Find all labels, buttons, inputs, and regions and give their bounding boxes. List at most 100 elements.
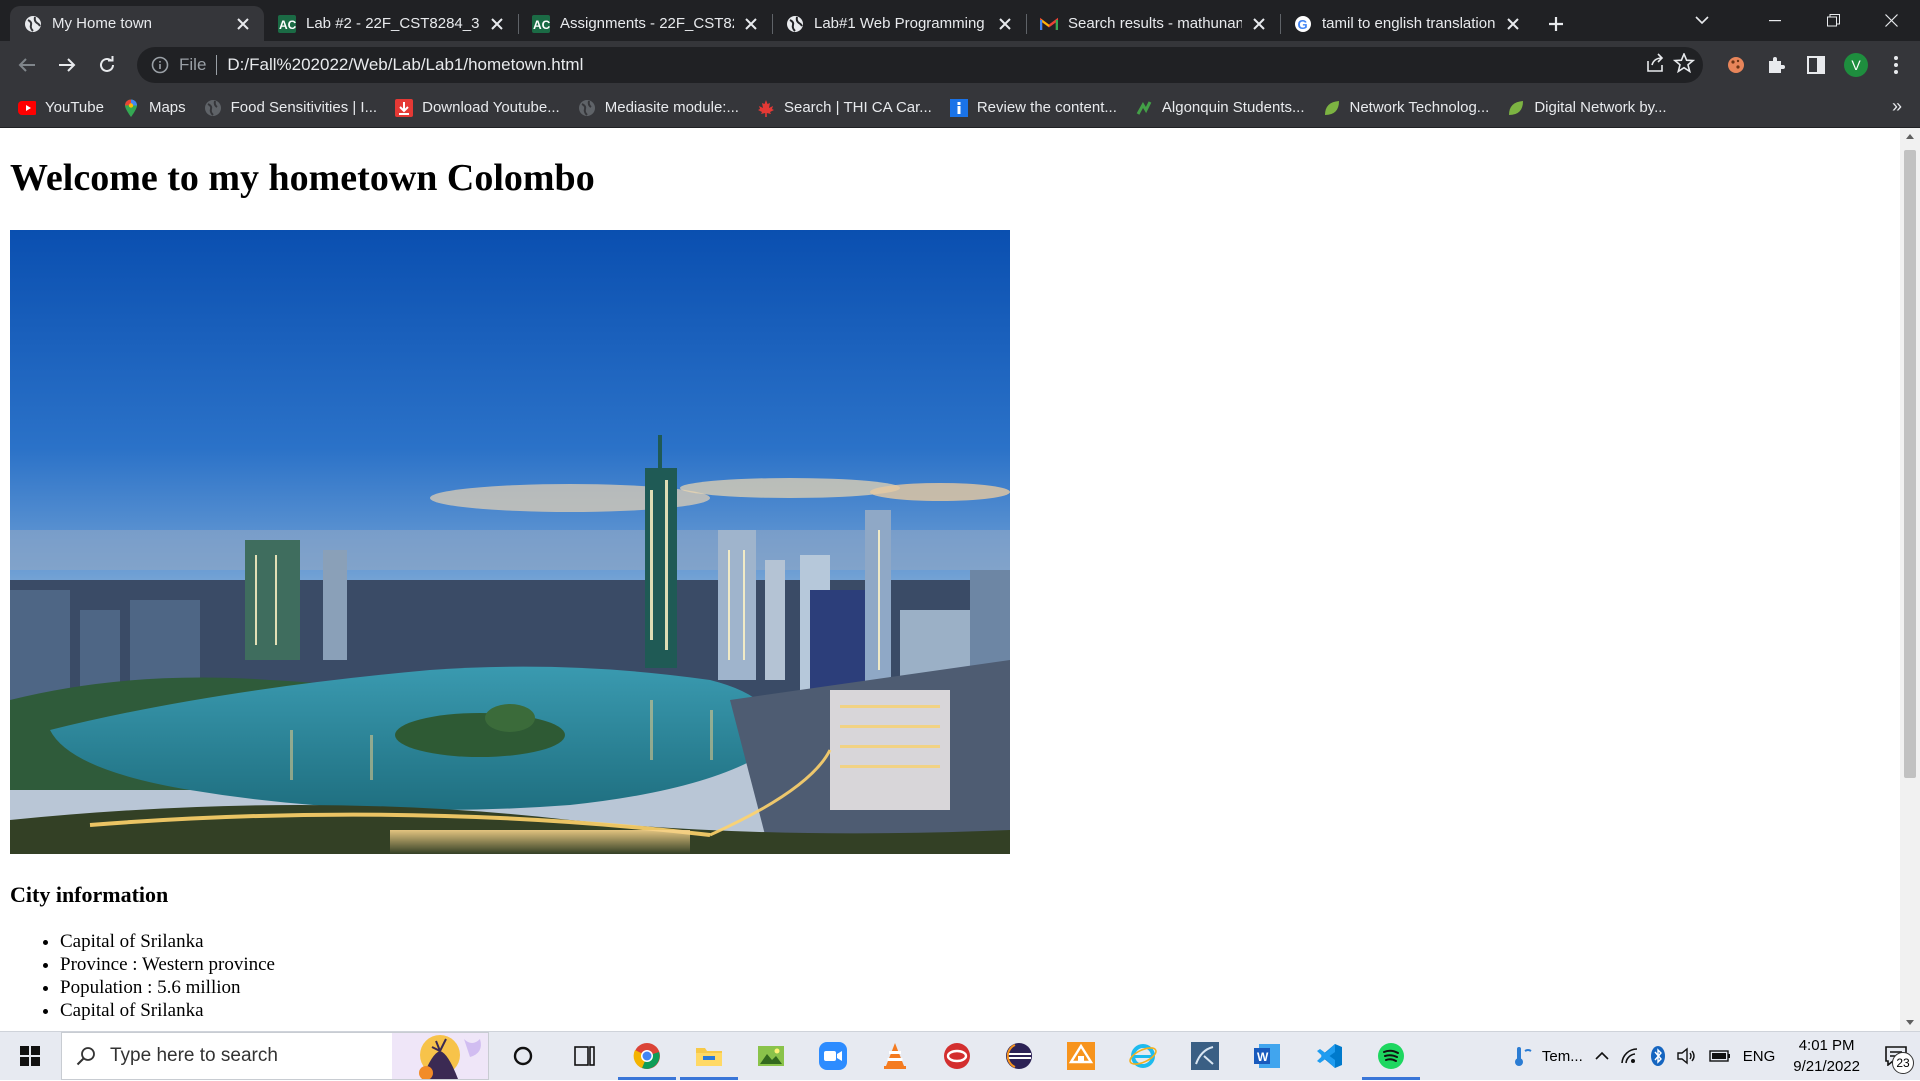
extensions-puzzle-icon[interactable] [1756, 45, 1796, 85]
bookmark-digital-network[interactable]: Digital Network by... [1499, 94, 1676, 122]
tab-my-home-town[interactable]: My Home town [10, 6, 264, 41]
close-window-button[interactable] [1862, 0, 1920, 41]
spotify-button[interactable] [1360, 1032, 1422, 1080]
reload-button[interactable] [87, 45, 127, 85]
scrollbar-thumb[interactable] [1904, 150, 1916, 778]
close-tab-icon[interactable] [488, 15, 506, 33]
close-tab-icon[interactable] [1504, 15, 1522, 33]
forward-arrow-icon [59, 57, 76, 72]
minimize-button[interactable] [1746, 0, 1804, 41]
scroll-up-arrow-icon[interactable] [1900, 128, 1920, 145]
leaf-icon [1507, 99, 1525, 117]
bookmark-thi-ca[interactable]: Search | THI CA Car... [749, 94, 942, 122]
bookmark-star-icon[interactable] [1672, 51, 1696, 78]
gmail-icon [1040, 15, 1058, 33]
photos-button[interactable] [740, 1032, 802, 1080]
bookmark-network-technology[interactable]: Network Technolog... [1315, 94, 1500, 122]
forward-button[interactable] [47, 45, 87, 85]
clock[interactable]: 4:01 PM 9/21/2022 [1781, 1035, 1872, 1077]
tab-lab1-web-programming[interactable]: Lab#1 Web Programming [772, 6, 1026, 41]
bookmark-label: YouTube [45, 99, 104, 116]
search-placeholder: Type here to search [110, 1045, 278, 1066]
avatar: V [1844, 52, 1868, 77]
show-hidden-icons-button[interactable] [1589, 1051, 1615, 1061]
close-tab-icon[interactable] [742, 15, 760, 33]
sourcetree-icon [1067, 1042, 1095, 1070]
bookmark-label: Download Youtube... [422, 99, 560, 116]
restore-icon [1826, 14, 1840, 27]
bookmark-youtube[interactable]: YouTube [10, 94, 114, 122]
clock-date: 9/21/2022 [1793, 1058, 1860, 1075]
profile-button[interactable]: V [1836, 45, 1876, 85]
start-button[interactable] [0, 1032, 60, 1081]
word-button[interactable]: W [1236, 1032, 1298, 1080]
bookmark-label: Food Sensitivities | I... [230, 99, 378, 116]
oracle-icon [944, 1043, 970, 1069]
vscode-button[interactable] [1298, 1032, 1360, 1080]
weather-button[interactable]: Tem... [1506, 1045, 1589, 1067]
bookmark-review-content[interactable]: Review the content... [942, 94, 1127, 122]
info-icon[interactable] [151, 56, 171, 74]
side-panel-icon[interactable] [1796, 45, 1836, 85]
tab-search-button[interactable] [1684, 8, 1720, 32]
bookmark-download-youtube[interactable]: Download Youtube... [387, 94, 570, 122]
battery-icon[interactable] [1703, 1050, 1737, 1062]
windows-taskbar: Type here to search W Tem... ENG 4:01 PM… [0, 1031, 1920, 1080]
close-tab-icon[interactable] [234, 15, 252, 33]
close-tab-icon[interactable] [996, 15, 1014, 33]
vlc-button[interactable] [864, 1032, 926, 1080]
leaf-icon [1323, 99, 1341, 117]
tab-title: Lab#1 Web Programming [814, 15, 985, 32]
back-button[interactable] [7, 45, 47, 85]
svg-text:AC: AC [533, 18, 550, 32]
vertical-scrollbar[interactable] [1900, 128, 1920, 1031]
algonquin-icon [1135, 99, 1153, 117]
cortana-button[interactable] [492, 1032, 554, 1080]
bookmark-food-sensitivities[interactable]: Food Sensitivities | I... [196, 94, 387, 122]
share-icon[interactable] [1645, 52, 1667, 78]
mysql-workbench-icon [1191, 1042, 1219, 1070]
chrome-taskbar-button[interactable] [616, 1032, 678, 1080]
tab-tamil-translation[interactable]: G tamil to english translation [1280, 6, 1534, 41]
menu-kebab-icon[interactable] [1876, 45, 1916, 85]
volume-icon[interactable] [1671, 1047, 1703, 1065]
bookmarks-bar: YouTube Maps Food Sensitivities | I... D… [0, 88, 1920, 128]
bookmark-mediasite[interactable]: Mediasite module:... [570, 94, 749, 122]
network-icon[interactable] [1615, 1048, 1645, 1064]
zoom-button[interactable] [802, 1032, 864, 1080]
bluetooth-icon[interactable] [1645, 1046, 1671, 1066]
cookie-extension-icon[interactable] [1716, 45, 1756, 85]
eclipse-button[interactable] [988, 1032, 1050, 1080]
oracle-button[interactable] [926, 1032, 988, 1080]
svg-text:W: W [1257, 1050, 1269, 1064]
svg-text:AC: AC [279, 18, 296, 32]
tab-search-results[interactable]: Search results - mathunanv [1026, 6, 1280, 41]
sourcetree-button[interactable] [1050, 1032, 1112, 1080]
internet-explorer-icon [1129, 1044, 1157, 1068]
city-info-list: Capital of Srilanka Province : Western p… [10, 930, 275, 1022]
task-view-icon [574, 1046, 595, 1066]
file-explorer-button[interactable] [678, 1032, 740, 1080]
photos-icon [758, 1046, 784, 1066]
tab-strip: My Home town AC Lab #2 - 22F_CST8284_310… [0, 0, 1920, 41]
list-item: Province : Western province [60, 953, 275, 976]
new-tab-button[interactable] [1538, 6, 1574, 41]
more-bookmarks-button[interactable]: » [1892, 96, 1902, 117]
bookmark-algonquin-students[interactable]: Algonquin Students... [1127, 94, 1315, 122]
list-item: Population : 5.6 million [60, 976, 275, 999]
taskbar-search-box[interactable]: Type here to search [61, 1032, 489, 1080]
tab-assignments[interactable]: AC Assignments - 22F_CST8285 [518, 6, 772, 41]
bookmark-maps[interactable]: Maps [114, 94, 196, 122]
restore-button[interactable] [1804, 0, 1862, 41]
scroll-down-arrow-icon[interactable] [1900, 1014, 1920, 1031]
tab-lab-2[interactable]: AC Lab #2 - 22F_CST8284_310 [264, 6, 518, 41]
internet-explorer-button[interactable] [1112, 1032, 1174, 1080]
address-bar[interactable]: File D:/Fall%202022/Web/Lab/Lab1/hometow… [137, 47, 1703, 83]
notification-center-button[interactable]: 23 [1872, 1032, 1920, 1080]
bookmark-label: Mediasite module:... [604, 99, 739, 116]
language-indicator[interactable]: ENG [1737, 1048, 1782, 1065]
mysql-workbench-button[interactable] [1174, 1032, 1236, 1080]
url-text[interactable]: D:/Fall%202022/Web/Lab/Lab1/hometown.htm… [227, 55, 583, 75]
close-tab-icon[interactable] [1250, 15, 1268, 33]
task-view-button[interactable] [554, 1032, 616, 1080]
